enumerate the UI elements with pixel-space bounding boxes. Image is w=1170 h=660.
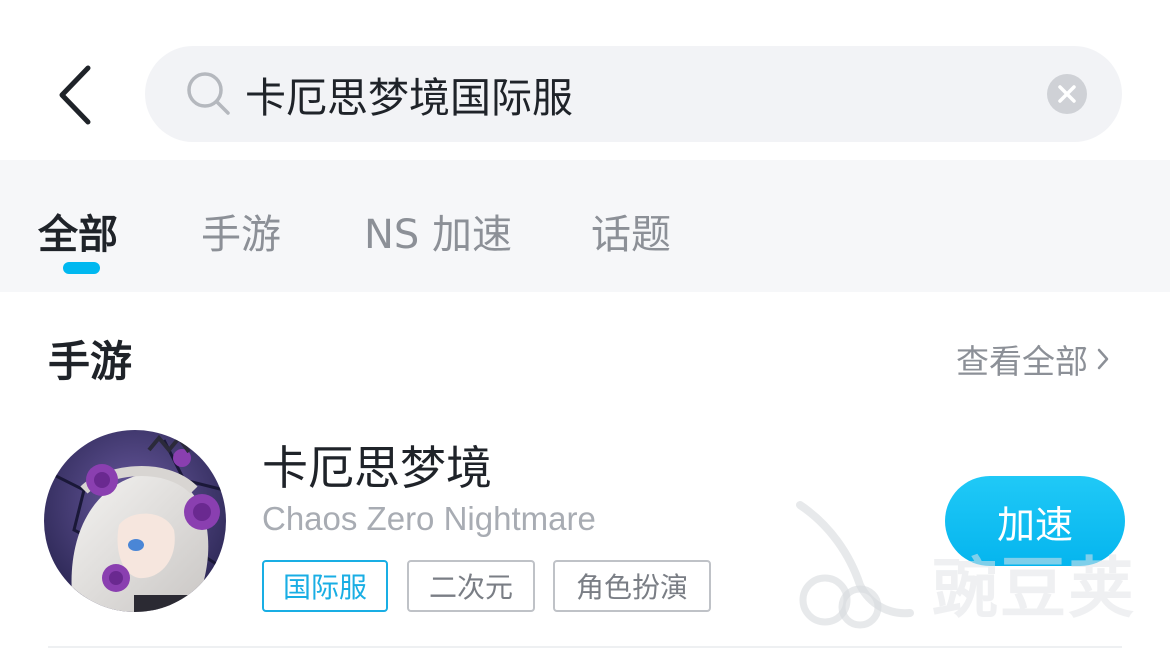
tab-bar: 全部 手游 NS 加速 话题 bbox=[0, 160, 1170, 292]
game-english-title: Chaos Zero Nightmare bbox=[262, 500, 596, 537]
tab-topics[interactable]: 话题 bbox=[591, 202, 671, 258]
tab-ns-accelerate[interactable]: NS 加速 bbox=[364, 202, 512, 258]
back-arrow-icon bbox=[59, 65, 91, 125]
back-button[interactable] bbox=[50, 60, 110, 130]
header bbox=[0, 0, 1170, 160]
active-tab-indicator bbox=[63, 262, 100, 274]
search-icon bbox=[187, 72, 230, 115]
search-bar[interactable] bbox=[145, 46, 1122, 142]
list-divider bbox=[48, 646, 1122, 648]
game-title[interactable]: 卡厄思梦境 bbox=[262, 432, 492, 498]
close-icon bbox=[1058, 85, 1076, 103]
accelerate-button[interactable]: 加速 bbox=[945, 476, 1125, 566]
chevron-right-icon bbox=[1097, 348, 1109, 370]
search-results-page: 全部 手游 NS 加速 话题 手游 查看全部 bbox=[0, 0, 1170, 660]
search-input[interactable] bbox=[245, 64, 1025, 124]
game-icon[interactable] bbox=[44, 430, 226, 612]
tag-rpg: 角色扮演 bbox=[553, 560, 711, 612]
tab-all[interactable]: 全部 bbox=[38, 202, 118, 258]
view-all-link[interactable]: 查看全部 bbox=[956, 336, 1110, 382]
tag-anime: 二次元 bbox=[407, 560, 535, 612]
section-title: 手游 bbox=[48, 337, 133, 386]
clear-search-button[interactable] bbox=[1047, 74, 1087, 114]
tab-mobile-games[interactable]: 手游 bbox=[201, 202, 281, 258]
tag-international: 国际服 bbox=[262, 560, 388, 612]
view-all-label: 查看全部 bbox=[956, 342, 1088, 381]
game-avatar-image bbox=[44, 430, 226, 612]
